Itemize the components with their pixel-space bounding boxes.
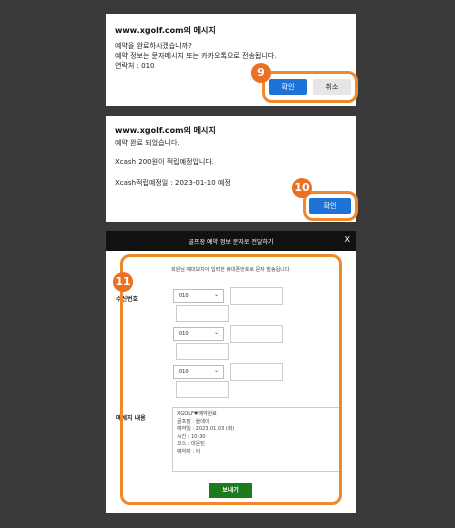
- step-highlight-11: [120, 254, 342, 505]
- dialog-message-line: 예약을 완료하시겠습니까?: [115, 42, 192, 50]
- dialog-message-line: 예약 완료 되었습니다.: [115, 139, 180, 147]
- dialog-origin: www.xgolf.com의 메시지: [115, 26, 216, 35]
- step-badge-10: 10: [292, 178, 312, 198]
- dialog-message-line: 예약 정보는 문자메시지 또는 카카오톡으로 전송됩니다.: [115, 52, 277, 60]
- panel-header: 골프장 예약 정보 문자로 전달하기 X: [106, 231, 356, 251]
- panel-title: 골프장 예약 정보 문자로 전달하기: [188, 239, 274, 246]
- dialog-message-line: Xcash적립예정일 : 2023-01-10 예정: [115, 179, 231, 187]
- dialog-message-line: 연락처 : 010: [115, 62, 155, 70]
- step-badge-9: 9: [251, 63, 271, 83]
- step-highlight-10: [303, 191, 358, 221]
- step-badge-11: 11: [113, 272, 133, 292]
- close-icon[interactable]: X: [345, 235, 350, 244]
- step-highlight-9: [262, 71, 358, 103]
- dialog-origin: www.xgolf.com의 메시지: [115, 126, 216, 135]
- dialog-message-line: Xcash 200원이 적립예정입니다.: [115, 158, 215, 166]
